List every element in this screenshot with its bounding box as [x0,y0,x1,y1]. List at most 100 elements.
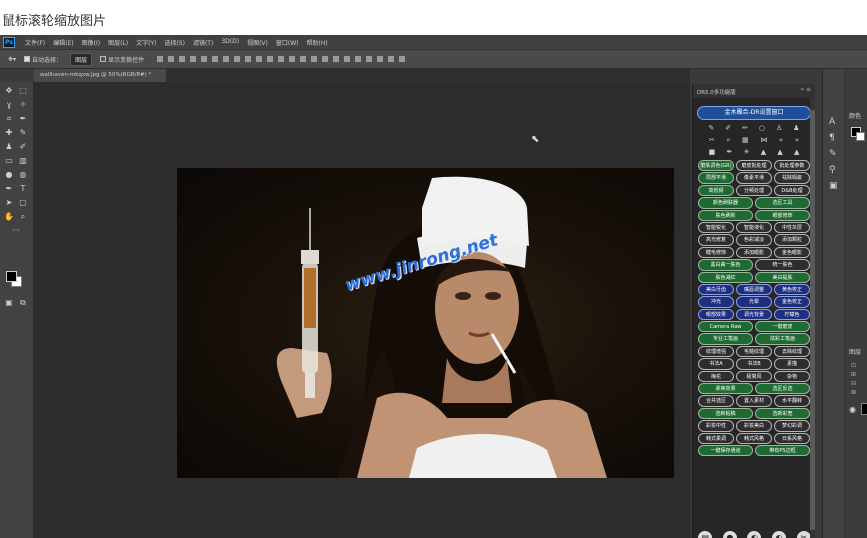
dr-action-button[interactable]: 日系风格 [774,432,810,444]
dr-action-button[interactable]: 一键保存通道 [698,444,753,457]
dr-panel-menu-icon[interactable]: « ≡ [800,86,811,93]
color-panel-label[interactable]: 颜色 [849,111,861,120]
dr-action-button[interactable]: 调光背景 [736,308,772,321]
text-icon[interactable]: A [829,117,835,127]
dr-action-button[interactable]: 黄色校正 [774,283,810,296]
dr-action-button[interactable]: 祛除瑕疵 [774,172,810,184]
hand-icon[interactable]: ✋ [4,212,14,222]
history-brush-icon[interactable]: ✐ [18,142,28,152]
dr-action-button[interactable]: 光晕 [736,296,772,308]
sparkle-icon[interactable]: ✳ [744,148,750,156]
dr-action-button[interactable]: 统一肤色 [755,259,810,271]
show-transform[interactable]: 显示变换控件 [100,55,144,64]
dr-action-button[interactable]: 批处理参数 [774,160,810,172]
chevron-right-icon[interactable]: » [795,136,799,144]
dr-action-button[interactable]: 磨皮批处理 [736,160,772,172]
auto-select[interactable]: 自动选择： [24,55,62,64]
gradient-icon[interactable]: ▤ [698,531,713,538]
dr-action-button[interactable]: 智能锐化 [698,221,734,234]
stack-icon[interactable]: ▲ [761,148,766,156]
circle-filled-icon[interactable]: ● [722,531,737,538]
chevron-left-icon[interactable]: « [779,136,783,144]
menu-item[interactable]: 文字(Y) [132,38,160,47]
dr-action-button[interactable]: 彩妆美白 [736,420,772,432]
tools-icon[interactable]: ✂ [796,531,811,538]
paragraph-icon[interactable]: ¶ [829,133,835,143]
dr-action-button[interactable]: 选区反选 [755,383,810,395]
dodge-icon[interactable]: ◍ [18,170,28,180]
lasso-icon[interactable]: ɣ [4,100,14,110]
magic-wand-icon[interactable]: ✧ [18,100,28,110]
menu-item[interactable]: 滤镜(T) [189,38,217,47]
dr-action-button[interactable]: 柔焦效果 [698,383,753,395]
dr-action-button[interactable]: 带有PS边框 [755,444,810,457]
brush-icon[interactable]: ✎ [18,128,28,138]
dr-action-button[interactable]: 睫毛修饰 [698,246,734,259]
swatch-icon[interactable]: ▣ [829,181,838,191]
blur-icon[interactable]: ● [4,170,14,180]
align-icons[interactable] [152,56,406,62]
dr-action-button[interactable]: 书法A [698,358,734,370]
pencil-icon[interactable]: ✏ [742,124,748,132]
more-tools-icon[interactable]: ··· [6,226,26,236]
document-photo[interactable]: www.jinrong.net [177,168,674,478]
type-icon[interactable]: T [18,184,28,194]
dr-action-button[interactable]: 金色校正 [774,296,810,308]
half-circle-icon[interactable]: ◐ [772,531,787,538]
dr-action-button[interactable]: 分频处理 [736,184,772,197]
dr-action-button[interactable]: 中性灰层 [774,221,810,234]
dr-action-button[interactable]: 高光修复 [698,234,734,246]
dr-action-button[interactable]: D&B处理 [774,184,810,197]
dr-action-button[interactable]: 水平翻转 [774,395,810,407]
layers-panel-controls[interactable]: ⊡ ⊞ ⊟ ⊠ [851,361,856,397]
dr-action-button[interactable]: 置入素材 [736,395,772,407]
pen-icon[interactable]: ✒ [4,184,14,194]
auto-select-checkbox[interactable] [24,56,31,62]
brush-icon[interactable]: ✎ [829,149,837,159]
dr-action-button[interactable]: 韩式风格 [736,432,772,444]
zoom-icon[interactable]: ⌕ [18,212,28,222]
menu-item[interactable]: 编辑(E) [49,38,77,47]
dr-action-button[interactable]: Camera Raw [698,321,753,333]
dr-action-button[interactable]: 色彩减淡 [736,234,772,246]
dr-action-button[interactable]: 书法B [736,358,772,370]
screen-mode-icon[interactable]: ⧉ [18,298,28,308]
square-icon[interactable]: ■ [709,148,716,156]
dr-action-button[interactable]: 选新粘稿 [698,407,753,420]
dr-action-button[interactable]: 眼部效果 [698,308,734,321]
users-icon[interactable]: ♟ [793,124,799,132]
eraser-icon[interactable]: ▭ [4,156,14,166]
quick-mask-icon[interactable]: ▣ [4,298,14,308]
dr-action-button[interactable]: 智能液化 [736,221,772,234]
brush-icon[interactable]: ✐ [725,124,731,132]
dr-panel-scroll-thumb[interactable] [810,110,815,530]
dr-action-button[interactable]: 嘴唇调整 [736,283,772,296]
dr-action-button[interactable]: 极简风 [736,370,772,383]
menu-item[interactable]: 图像(I) [78,38,104,47]
menu-item[interactable]: 帮助(H) [303,38,332,47]
user-icon[interactable]: ♙ [776,124,782,132]
dr-action-button[interactable]: 韩式柔调 [698,432,734,444]
half-circle-icon[interactable]: ◐ [747,531,762,538]
dr-action-button[interactable]: 肤色减红 [698,271,753,283]
show-transform-checkbox[interactable] [100,56,107,62]
dr-action-button[interactable]: 毛糙纹理 [736,345,772,358]
circle-icon[interactable]: ○ [759,124,765,132]
crop-icon[interactable]: ⌗ [4,114,14,124]
menu-item[interactable]: 3D(D) [217,38,243,47]
wand-icon[interactable]: ✎ [708,124,714,132]
dr-action-button[interactable]: 选区工具 [755,197,810,209]
dr-action-button[interactable]: 合并选区 [698,395,734,407]
dr-action-button[interactable]: 选新彩宽 [755,407,810,420]
eyedropper-icon[interactable]: ✒ [18,114,28,124]
foreground-color-swatch[interactable] [6,271,17,282]
dr-action-button[interactable]: 素描 [774,358,810,370]
menu-item[interactable]: 视图(V) [243,38,272,47]
marquee-icon[interactable]: ⬚ [18,86,28,96]
dr-action-button[interactable]: 纹理增强 [698,345,734,358]
dr-action-button[interactable]: 眼部修饰 [755,209,810,221]
auto-select-dropdown[interactable]: 图层 [70,52,93,66]
ruler-icon[interactable]: ⋈ [760,136,767,144]
move-tool-icon[interactable]: ✥▾ [8,56,16,63]
menu-item[interactable]: 文件(F) [21,38,49,47]
